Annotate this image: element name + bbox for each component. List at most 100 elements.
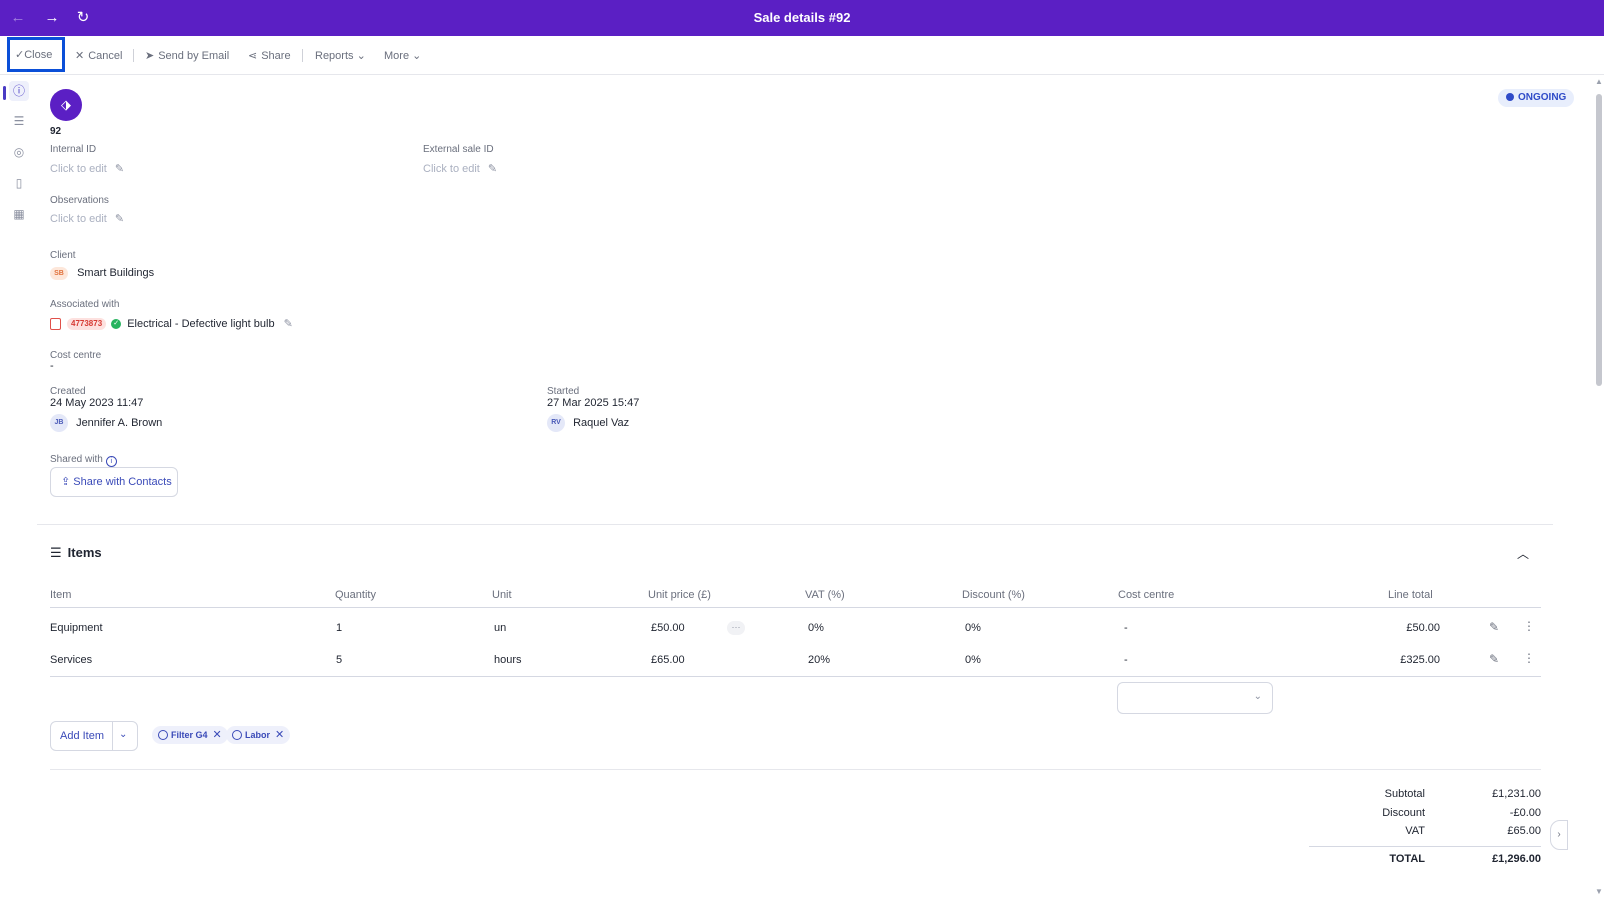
items-section-title: ☰ Items [50,545,102,561]
total-value: £1,296.00 [1492,853,1541,865]
more-dropdown[interactable]: More ⌄ [384,46,421,66]
add-item-button[interactable]: Add Item [60,730,104,742]
chevron-down-icon[interactable]: ⌄ [119,729,127,740]
send-email-label: Send by Email [158,50,230,62]
close-button[interactable]: ✓Close [7,37,65,72]
column-header-item: Item [50,589,72,601]
share-with-contacts-label: Share with Contacts [73,476,172,488]
pencil-icon: ✎ [114,213,125,225]
avatar: RV [547,414,565,432]
cancel-button[interactable]: ✕ Cancel [75,46,122,66]
associated-id-badge: 4773873 [67,318,107,331]
internal-id-field[interactable]: Click to edit ✎ [50,162,124,175]
client-label: Client [50,250,76,261]
external-id-label: External sale ID [423,144,494,155]
external-id-value: Click to edit [423,163,480,175]
chevron-down-icon: ⌄ [353,50,366,62]
cell-quantity: 5 [336,654,343,666]
cell-vat: 0% [808,622,824,634]
created-date: 24 May 2023 11:47 [50,397,144,409]
scrollbar[interactable]: ▲ ▼ [1594,76,1604,901]
observations-value: Click to edit [50,213,107,225]
toolbar: ✓Close ✕ Cancel ➤ Send by Email ⋖ Share Rep… [0,36,1604,75]
started-by-name: Raquel Vaz [573,416,630,429]
cell-unit-price: £50.00 [651,622,685,634]
toolbar-divider [302,49,303,62]
pencil-icon[interactable]: ✎ [1489,652,1499,666]
pencil-icon[interactable]: ✎ [284,318,293,330]
title-bar: ← → ↻ Sale details #92 [0,0,1604,36]
check-icon: ✓ [15,49,25,61]
tag-label: Labor [245,730,271,740]
cell-cost-centre: - [1124,622,1128,634]
kebab-menu-icon[interactable]: ⋮ [1523,619,1535,633]
close-icon[interactable]: ✕ [213,729,222,741]
started-label: Started [547,386,580,397]
cell-item: Services [50,654,93,666]
chevron-up-icon[interactable]: ︿ [1517,545,1529,562]
kebab-menu-icon[interactable]: ⋮ [1523,651,1535,665]
pencil-icon[interactable]: ✎ [1489,620,1499,634]
circle-icon [232,730,242,740]
vat-value: £65.00 [1507,825,1541,837]
pencil-icon: ✎ [487,163,498,175]
vat-label: VAT [1405,825,1425,837]
share-with-contacts-button[interactable]: ⇪ Share with Contacts [50,467,178,497]
scroll-down-icon[interactable]: ▼ [1595,888,1603,896]
started-date: 27 Mar 2025 15:47 [547,397,640,409]
observations-label: Observations [50,195,109,206]
x-icon: ✕ [75,50,85,62]
chevron-down-icon: ⌄ [409,50,422,62]
close-icon[interactable]: ✕ [275,729,284,741]
observations-field[interactable]: Click to edit ✎ [50,212,124,225]
table-header-divider [50,607,1541,608]
close-label: Close [24,49,53,61]
send-email-button[interactable]: ➤ Send by Email [145,46,229,66]
subtotal-label: Subtotal [1384,788,1425,800]
column-header-vat: VAT (%) [805,589,845,601]
calculator-section-icon[interactable]: ▦ [9,204,29,224]
work-order-icon [50,318,61,331]
coins-section-icon[interactable]: ◎ [9,142,29,162]
toolbar-divider [133,49,134,62]
shared-with-text: Shared with [50,454,103,465]
sale-tag-icon: ⬗ [50,89,82,121]
list-section-icon[interactable]: ☰ [9,111,29,131]
price-options-button[interactable]: ··· [727,621,745,635]
status-dot-icon [1506,93,1514,101]
subtotal-value: £1,231.00 [1492,788,1541,800]
document-section-icon[interactable]: ▯ [9,173,29,193]
discount-value: -£0.00 [1509,807,1541,819]
cell-unit-price: £65.00 [651,654,685,666]
shared-with-label: Shared with i [50,454,117,467]
scroll-up-icon[interactable]: ▲ [1595,78,1603,86]
status-badge: ONGOING [1498,89,1575,107]
internal-id-value: Click to edit [50,163,107,175]
list-icon: ☰ [50,545,62,560]
cost-centre-select[interactable]: ⌄ [1117,682,1273,714]
started-by: RV Raquel Vaz [547,414,629,432]
client-link[interactable]: SB Smart Buildings [50,267,154,280]
column-header-discount: Discount (%) [962,589,1025,601]
info-icon[interactable]: i [105,456,117,467]
external-id-field[interactable]: Click to edit ✎ [423,162,497,175]
cell-line-total: £325.00 [1400,654,1440,666]
chevron-down-icon: ⌄ [1253,691,1262,702]
suggestion-tag-labor[interactable]: Labor ✕ [226,726,291,744]
section-divider [37,524,1553,525]
circle-icon [158,730,168,740]
scroll-thumb[interactable] [1596,94,1602,386]
reports-dropdown[interactable]: Reports ⌄ [315,46,366,66]
associated-link[interactable]: 4773873 ✓ Electrical - Defective light bu… [50,317,293,331]
avatar: JB [50,414,68,432]
suggestion-tag-filter-g4[interactable]: Filter G4 ✕ [152,726,228,744]
sale-number: 92 [50,126,62,137]
info-section-icon[interactable]: ⓘ [9,81,29,101]
share-button[interactable]: ⋖ Share [248,46,291,66]
associated-label: Associated with [50,299,120,310]
cell-discount: 0% [965,654,981,666]
cell-vat: 20% [808,654,831,666]
column-header-cost-centre: Cost centre [1118,589,1175,601]
cancel-label: Cancel [88,50,123,62]
expand-panel-icon[interactable]: › [1550,820,1568,850]
